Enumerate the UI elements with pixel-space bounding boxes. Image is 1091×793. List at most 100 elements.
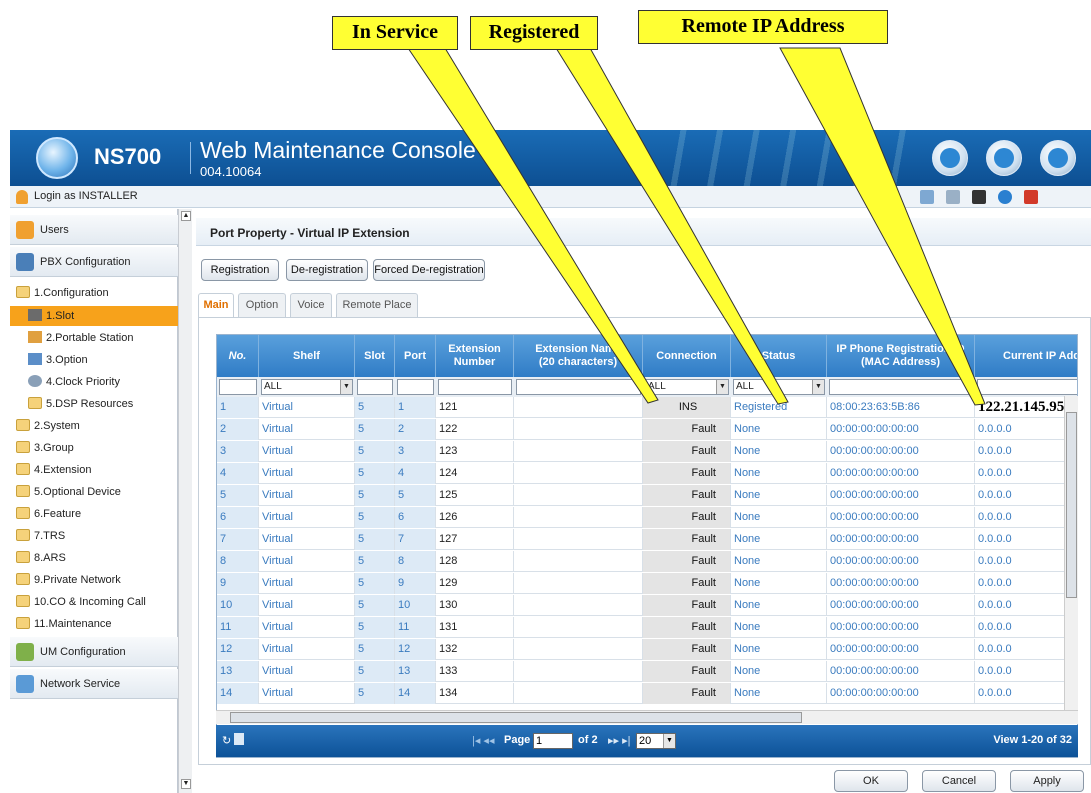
cell-name[interactable] bbox=[514, 639, 643, 660]
cell-name[interactable] bbox=[514, 573, 643, 594]
table-row[interactable]: 6 Virtual 5 6 126 Fault None 00:00:00:00:00:00 0… bbox=[217, 507, 1077, 528]
tab-option[interactable]: Option bbox=[238, 293, 286, 317]
tree-item-feature[interactable]: 6.Feature bbox=[10, 504, 178, 524]
cell-name[interactable] bbox=[514, 529, 643, 550]
page-size-select[interactable]: 20 ▼ bbox=[636, 733, 676, 749]
tree-item-configuration[interactable]: 1.Configuration bbox=[10, 283, 178, 303]
filter-connection[interactable]: ALL ▼ bbox=[645, 379, 729, 395]
grid-vertical-scrollbar[interactable] bbox=[1064, 396, 1078, 710]
filter-current-ip[interactable] bbox=[977, 379, 1077, 395]
scroll-up-icon[interactable]: ▲ bbox=[181, 211, 191, 221]
tree-item-co-incoming-call[interactable]: 10.CO & Incoming Call bbox=[10, 592, 178, 612]
sidebar-scrollbar[interactable]: ▲ ▼ bbox=[178, 209, 192, 793]
cell-name[interactable] bbox=[514, 683, 643, 704]
col-shelf[interactable]: Shelf bbox=[259, 335, 355, 377]
report-icon[interactable] bbox=[920, 190, 934, 204]
table-row[interactable]: 5 Virtual 5 5 125 Fault None 00:00:00:00:00:00 0… bbox=[217, 485, 1077, 506]
table-row[interactable]: 4 Virtual 5 4 124 Fault None 00:00:00:00:00:00 0… bbox=[217, 463, 1077, 484]
panel-um-configuration[interactable]: UM Configuration bbox=[10, 637, 178, 667]
panel-pbx-configuration[interactable]: PBX Configuration bbox=[10, 247, 178, 277]
col-connection[interactable]: Connection bbox=[643, 335, 731, 377]
settings-icon[interactable] bbox=[1040, 140, 1076, 176]
tree-item-trs[interactable]: 7.TRS bbox=[10, 526, 178, 546]
filter-extension-number[interactable] bbox=[438, 379, 512, 395]
pager-first-prev[interactable]: |◂ ◂◂ bbox=[472, 734, 494, 747]
pager-next-last[interactable]: ▸▸ ▸| bbox=[608, 734, 630, 747]
home-icon[interactable] bbox=[932, 140, 968, 176]
tree-item-system[interactable]: 2.System bbox=[10, 416, 178, 436]
filter-port[interactable] bbox=[397, 379, 434, 395]
filter-mac-address[interactable] bbox=[829, 379, 973, 395]
ok-button[interactable]: OK bbox=[834, 770, 908, 792]
cell-name[interactable] bbox=[514, 419, 643, 440]
panel-network-service[interactable]: Network Service bbox=[10, 669, 178, 699]
table-row[interactable]: 3 Virtual 5 3 123 Fault None 00:00:00:00:00:00 0… bbox=[217, 441, 1077, 462]
tree-item-maintenance[interactable]: 11.Maintenance bbox=[10, 614, 178, 634]
tree-item-option[interactable]: 3.Option bbox=[10, 350, 178, 370]
tab-voice[interactable]: Voice bbox=[290, 293, 332, 317]
tree-item-private-network[interactable]: 9.Private Network bbox=[10, 570, 178, 590]
filter-no[interactable] bbox=[219, 379, 257, 395]
tree-item-dsp-resources[interactable]: 5.DSP Resources bbox=[10, 394, 178, 414]
tree-item-slot[interactable]: 1.Slot bbox=[10, 306, 178, 326]
col-port[interactable]: Port bbox=[395, 335, 436, 377]
col-current-ip[interactable]: Current IP Address bbox=[975, 335, 1077, 377]
table-row[interactable]: 12 Virtual 5 12 132 Fault None 00:00:00:00:00:0… bbox=[217, 639, 1077, 660]
filter-shelf[interactable]: ALL ▼ bbox=[261, 379, 353, 395]
cell-name[interactable] bbox=[514, 551, 643, 572]
logout-icon[interactable] bbox=[1024, 190, 1038, 204]
tree-item-portable-station[interactable]: 2.Portable Station bbox=[10, 328, 178, 348]
tree-item-clock-priority[interactable]: 4.Clock Priority bbox=[10, 372, 178, 392]
tree-item-group[interactable]: 3.Group bbox=[10, 438, 178, 458]
table-row[interactable]: 8 Virtual 5 8 128 Fault None 00:00:00:00:00:00 0… bbox=[217, 551, 1077, 572]
horizontal-scroll-thumb[interactable] bbox=[230, 712, 802, 723]
table-row[interactable]: 13 Virtual 5 13 133 Fault None 00:00:00:00:00:0… bbox=[217, 661, 1077, 682]
deregistration-button[interactable]: De-registration bbox=[286, 259, 368, 281]
col-mac-address[interactable]: IP Phone Registration ID (MAC Address) bbox=[827, 335, 975, 377]
cell-name[interactable] bbox=[514, 485, 643, 506]
cell-name[interactable] bbox=[514, 661, 643, 682]
col-no[interactable]: No. bbox=[217, 335, 259, 377]
table-row[interactable]: 9 Virtual 5 9 129 Fault None 00:00:00:00:00:00 0… bbox=[217, 573, 1077, 594]
cell-name[interactable] bbox=[514, 441, 643, 462]
col-slot[interactable]: Slot bbox=[355, 335, 395, 377]
cell-name[interactable] bbox=[514, 595, 643, 616]
info-icon[interactable] bbox=[998, 190, 1012, 204]
tree-item-optional-device[interactable]: 5.Optional Device bbox=[10, 482, 178, 502]
tree-item-ars[interactable]: 8.ARS bbox=[10, 548, 178, 568]
table-row[interactable]: 10 Virtual 5 10 130 Fault None 00:00:00:00:00:0… bbox=[217, 595, 1077, 616]
filter-extension-name[interactable] bbox=[516, 379, 641, 395]
table-row[interactable]: 11 Virtual 5 11 131 Fault None 00:00:00:00:00:0… bbox=[217, 617, 1077, 638]
tab-main[interactable]: Main bbox=[198, 293, 234, 318]
col-extension-number[interactable]: Extension Number bbox=[436, 335, 514, 377]
tab-remote-place[interactable]: Remote Place bbox=[336, 293, 418, 317]
save-icon[interactable] bbox=[972, 190, 986, 204]
cell-name[interactable] bbox=[514, 463, 643, 484]
table-row[interactable]: 7 Virtual 5 7 127 Fault None 00:00:00:00:00:00 0… bbox=[217, 529, 1077, 550]
panel-users[interactable]: Users bbox=[10, 215, 178, 245]
filter-status[interactable]: ALL ▼ bbox=[733, 379, 825, 395]
col-extension-name[interactable]: Extension Name (20 characters) bbox=[514, 335, 643, 377]
filter-slot[interactable] bbox=[357, 379, 393, 395]
copy-icon[interactable] bbox=[234, 733, 244, 745]
registration-button[interactable]: Registration bbox=[201, 259, 279, 281]
cancel-button[interactable]: Cancel bbox=[922, 770, 996, 792]
forced-deregistration-button[interactable]: Forced De-registration bbox=[373, 259, 485, 281]
table-row[interactable]: 2 Virtual 5 2 122 Fault None 00:00:00:00:00:00 0… bbox=[217, 419, 1077, 440]
tree-item-extension[interactable]: 4.Extension bbox=[10, 460, 178, 480]
cell-name[interactable] bbox=[514, 617, 643, 638]
cell-name[interactable] bbox=[514, 507, 643, 528]
scroll-down-icon[interactable]: ▼ bbox=[181, 779, 191, 789]
refresh-icon[interactable]: ↻ bbox=[222, 734, 231, 747]
col-status[interactable]: Status bbox=[731, 335, 827, 377]
grid-horizontal-scrollbar[interactable] bbox=[216, 710, 1078, 724]
cell-status: None bbox=[731, 683, 827, 704]
apply-button[interactable]: Apply bbox=[1010, 770, 1084, 792]
vertical-scroll-thumb[interactable] bbox=[1066, 412, 1077, 598]
page-input[interactable]: 1 bbox=[533, 733, 573, 749]
tool-icon[interactable] bbox=[986, 140, 1022, 176]
cell-name[interactable] bbox=[514, 397, 643, 418]
table-row[interactable]: 1 Virtual 5 1 121 INS Registered 08:00:23:63:5B… bbox=[217, 397, 1077, 418]
contacts-icon[interactable] bbox=[946, 190, 960, 204]
table-row[interactable]: 14 Virtual 5 14 134 Fault None 00:00:00:00:00:0… bbox=[217, 683, 1077, 704]
